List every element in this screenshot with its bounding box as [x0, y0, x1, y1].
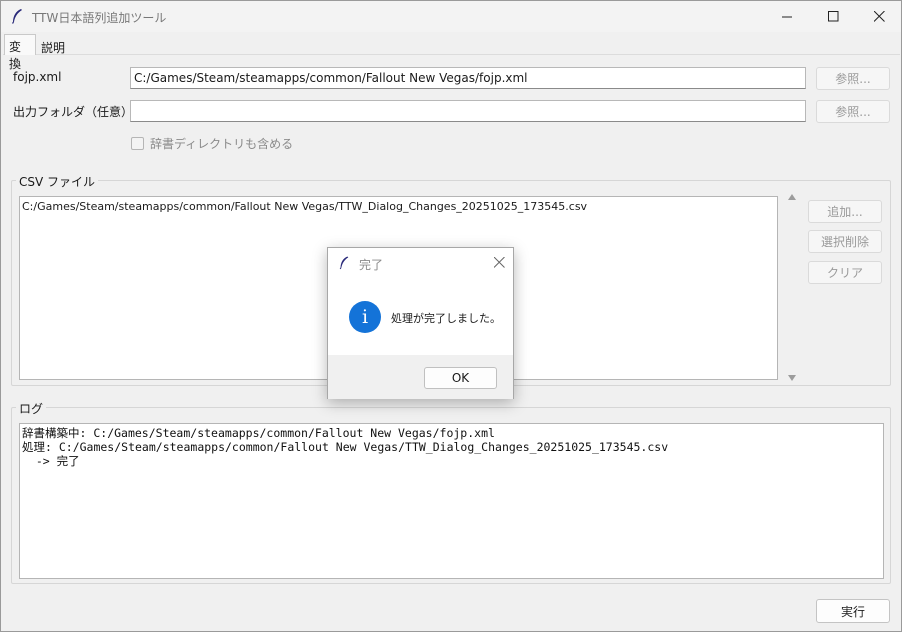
dialog-message: 処理が完了しました。: [391, 312, 501, 325]
log-group-title: ログ: [16, 400, 47, 417]
maximize-icon: [827, 11, 838, 22]
main-window: TTW日本語列追加ツール 変換 説明 fojp.xml C:/Games/Ste…: [0, 0, 902, 632]
add-csv-button[interactable]: 追加...: [808, 200, 882, 223]
window-title: TTW日本語列追加ツール: [32, 11, 167, 25]
title-bar[interactable]: TTW日本語列追加ツール: [1, 1, 901, 32]
feather-icon: [12, 9, 22, 24]
ok-button[interactable]: OK: [424, 367, 497, 389]
log-line: 処理: C:/Games/Steam/steamapps/common/Fall…: [22, 440, 669, 454]
fojp-label: fojp.xml: [13, 70, 62, 84]
run-button[interactable]: 実行: [816, 599, 890, 623]
tab-help[interactable]: 説明: [37, 36, 69, 57]
output-browse-button[interactable]: 参照...: [816, 100, 890, 123]
output-folder-label: 出力フォルダ（任意）: [13, 105, 134, 119]
output-folder-input[interactable]: [130, 100, 806, 122]
list-item[interactable]: C:/Games/Steam/steamapps/common/Fallout …: [22, 200, 587, 213]
remove-selected-button[interactable]: 選択削除: [808, 230, 882, 253]
dialog-title-bar[interactable]: 完了: [328, 248, 513, 278]
minimize-icon: [781, 16, 792, 18]
dialog-footer: OK: [328, 355, 513, 399]
fojp-path-input[interactable]: C:/Games/Steam/steamapps/common/Fallout …: [130, 67, 806, 89]
maximize-button[interactable]: [810, 1, 856, 32]
log-output[interactable]: 辞書構築中: C:/Games/Steam/steamapps/common/F…: [19, 423, 884, 579]
completion-dialog: 完了 i 処理が完了しました。 OK: [327, 247, 514, 399]
feather-icon: [339, 256, 349, 270]
log-line: -> 完了: [22, 454, 80, 468]
clear-list-button[interactable]: クリア: [808, 261, 882, 284]
dialog-title: 完了: [359, 258, 384, 272]
fojp-browse-button[interactable]: 参照...: [816, 67, 890, 90]
include-dict-checkbox[interactable]: [131, 137, 144, 150]
scroll-up-arrow-icon[interactable]: [788, 194, 796, 200]
info-icon: i: [349, 301, 381, 333]
tab-convert[interactable]: 変換: [4, 34, 36, 71]
include-dict-option[interactable]: 辞書ディレクトリも含める: [131, 135, 293, 152]
log-line: 辞書構築中: C:/Games/Steam/steamapps/common/F…: [22, 426, 495, 440]
minimize-button[interactable]: [764, 1, 810, 32]
scroll-down-arrow-icon[interactable]: [788, 375, 796, 381]
dialog-close-button[interactable]: [489, 253, 509, 273]
csv-list-scrollbar[interactable]: [785, 192, 799, 384]
close-icon: [493, 256, 505, 268]
include-dict-label: 辞書ディレクトリも含める: [150, 137, 294, 151]
close-button[interactable]: [856, 1, 902, 32]
close-icon: [873, 11, 885, 22]
csv-group-title: CSV ファイル: [16, 173, 99, 190]
